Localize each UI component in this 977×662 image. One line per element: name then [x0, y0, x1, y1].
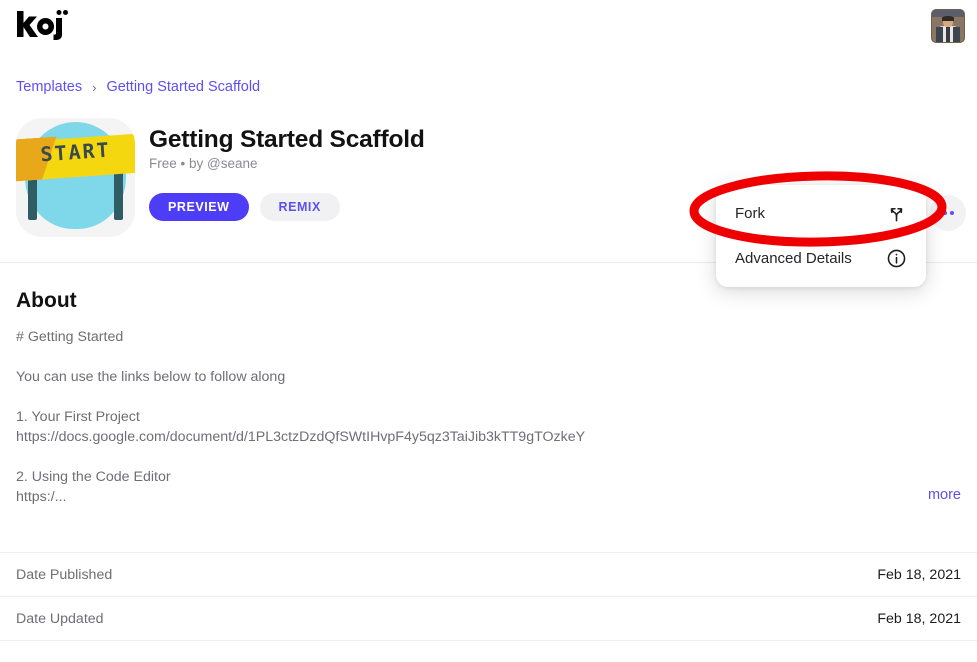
app-subtitle: Free • by @seane — [149, 156, 258, 171]
breadcrumb-separator-icon: › — [92, 79, 97, 95]
more-options-button[interactable] — [930, 195, 966, 231]
menu-item-fork[interactable]: Fork — [716, 191, 926, 236]
avatar-jacket-right — [953, 26, 960, 42]
table-row: Date Updated Feb 18, 2021 — [0, 596, 977, 640]
row-value: Feb 18, 2021 — [877, 566, 961, 583]
app-icon[interactable]: START — [16, 118, 135, 237]
top-bar — [0, 0, 977, 52]
preview-button[interactable]: PREVIEW — [149, 193, 249, 221]
remix-button[interactable]: REMIX — [259, 193, 340, 221]
page-root: Templates › Getting Started Scaffold STA… — [0, 0, 977, 662]
more-dot-1 — [942, 211, 947, 215]
menu-item-advanced-details[interactable]: Advanced Details — [716, 236, 926, 281]
breadcrumb-item-current[interactable]: Getting Started Scaffold — [106, 79, 260, 95]
row-label: Date Published — [16, 566, 113, 583]
about-more-link[interactable]: more — [928, 487, 961, 503]
fork-icon — [885, 203, 907, 225]
row-value: Feb 18, 2021 — [877, 610, 961, 627]
avatar-jacket-left — [936, 26, 943, 42]
table-bottom-divider — [0, 640, 977, 641]
info-icon — [885, 248, 907, 270]
menu-item-label: Advanced Details — [735, 250, 852, 267]
options-dropdown-menu: Fork Advanced Details — [716, 185, 926, 287]
row-label: Date Updated — [16, 610, 104, 627]
menu-item-label: Fork — [735, 205, 765, 222]
breadcrumb-item-templates[interactable]: Templates — [16, 79, 82, 95]
more-dot-2 — [949, 211, 954, 215]
about-heading: About — [16, 289, 77, 312]
user-avatar[interactable] — [931, 9, 965, 43]
page-title: Getting Started Scaffold — [149, 126, 425, 153]
breadcrumb: Templates › Getting Started Scaffold — [16, 79, 260, 95]
avatar-hair — [941, 16, 955, 21]
avatar-tie — [946, 26, 950, 42]
about-description: # Getting Started You can use the links … — [16, 329, 586, 505]
action-button-row: PREVIEW REMIX — [149, 193, 340, 221]
table-row: Date Published Feb 18, 2021 — [0, 552, 977, 596]
details-table: Date Published Feb 18, 2021 Date Updated… — [0, 552, 977, 641]
koji-logo[interactable] — [16, 9, 68, 41]
